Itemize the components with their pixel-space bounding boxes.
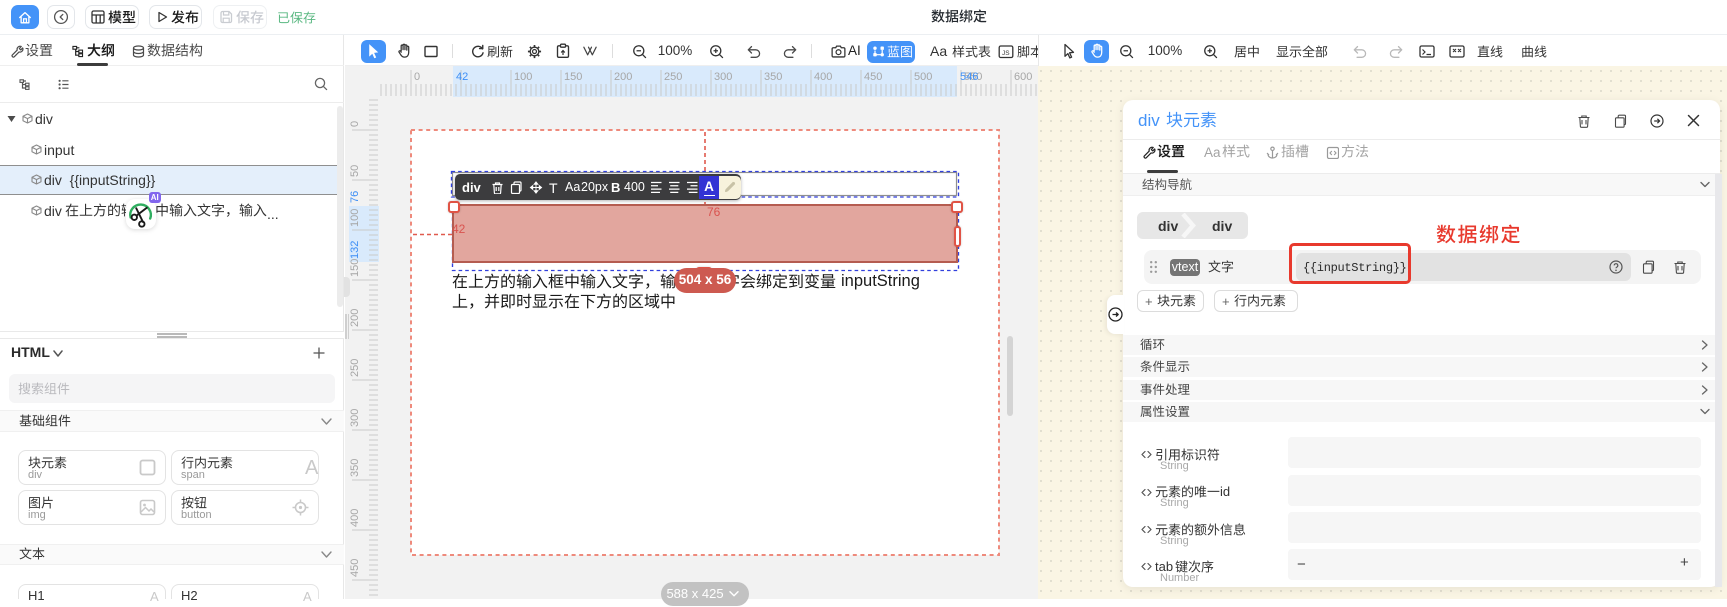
svg-text:JS: JS bbox=[1002, 50, 1010, 57]
